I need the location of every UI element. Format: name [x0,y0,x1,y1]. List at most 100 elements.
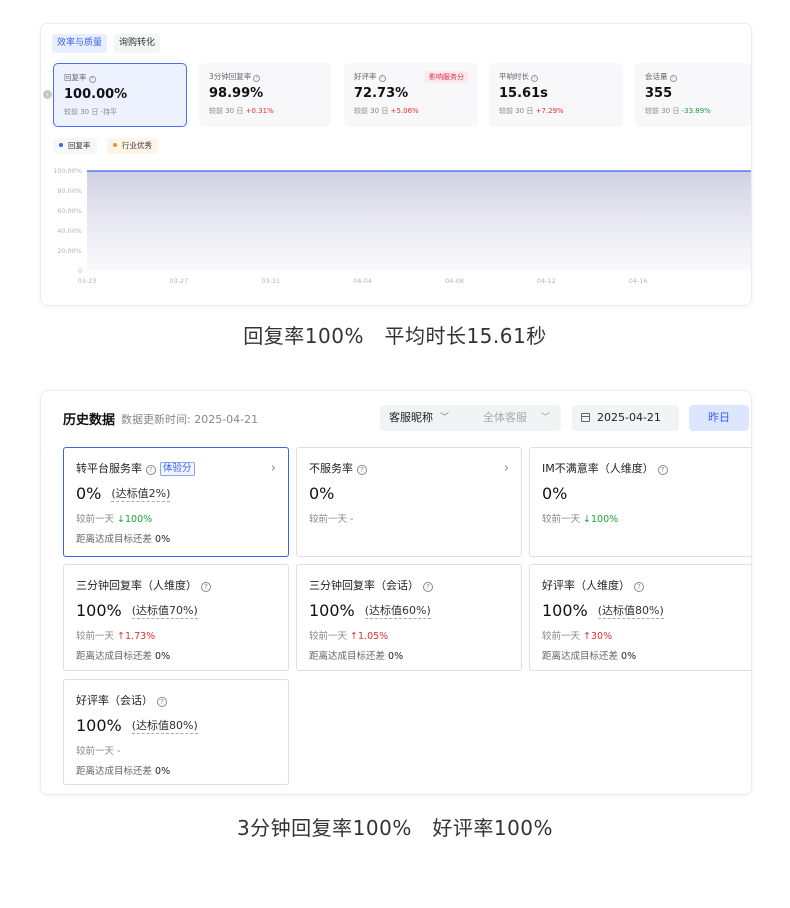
help-icon[interactable]: ? [531,75,538,82]
kpi-gap-label: 距离达成目标还差 [76,766,153,777]
kpi-card-no-service[interactable]: 不服务率? › 0% 较前一天 - [296,447,522,557]
kpi-gap-value: 0% [155,651,171,662]
kpi-gap-value: 0% [388,651,404,662]
kpi-standard: (达标值60%) [364,604,431,619]
kpi-compare-value: ↓100% [117,514,153,525]
kpi-standard: (达标值80%) [131,719,198,734]
help-icon[interactable]: ? [146,465,156,475]
chevron-down-icon: ﹀ [541,413,551,423]
kpi-compare-value: - [117,746,121,757]
date-picker[interactable]: 2025-04-21 [572,405,679,431]
x-tick-label: 03-23 [78,277,97,285]
metric-card-positive-rate[interactable]: 好评率? 影响服务分 72.73% 较前 30 日 +5.06% [344,63,478,127]
legend-dot-icon [59,143,63,147]
update-time: 数据更新时间: 2025-04-21 [121,413,259,426]
kpi-title: 三分钟回复率（人维度） [76,579,197,592]
kpi-gap-label: 距离达成目标还差 [309,651,386,662]
kpi-card-positive-person[interactable]: 好评率（人维度）? 100% (达标值80%) 较前一天 ↑30% 距离达成目标还… [529,564,751,671]
kpi-compare-value: - [350,514,354,525]
metric-card-3min-reply-rate[interactable]: 3分钟回复率? 98.99% 较前 30 日 +0.31% [199,63,331,127]
calendar-icon [581,413,590,422]
metric-card-reply-rate[interactable]: 回复率? 100.00% 较前 30 日 -持平 [53,63,187,127]
help-icon[interactable]: ? [657,465,668,475]
metric-value: 72.73% [354,86,409,101]
yesterday-button[interactable]: 昨日 [689,405,749,431]
y-tick-label: 80.00% [57,187,82,195]
kpi-gap-value: 0% [155,766,171,777]
help-icon[interactable]: ? [423,582,433,592]
history-title: 历史数据 [63,413,116,428]
kpi-gap-label: 距离达成目标还差 [76,651,153,662]
kpi-card-platform-transfer[interactable]: 转平台服务率? 体验分 › 0% (达标值2%) 较前一天 ↓100% 距离达成目标… [63,447,289,557]
chevron-right-icon[interactable]: › [271,461,276,476]
agent-select[interactable]: 客服昵称 ﹀ 全体客服 ﹀ [380,405,561,431]
impact-service-score-badge: 影响服务分 [425,71,468,83]
metric-compare-label: 较前 30 日 [64,108,99,116]
kpi-compare-value: ↑1.73% [117,631,156,642]
metric-compare-label: 较前 30 日 [354,107,389,115]
help-icon[interactable]: ? [88,76,96,83]
legend-label: 行业优秀 [122,141,152,150]
x-tick-label: 04-04 [353,277,372,285]
kpi-title: IM不满意率（人维度） [542,462,654,475]
y-tick-label: 60.00% [57,207,82,215]
metric-label: 3分钟回复率 [209,72,252,81]
y-tick-label: 40.00% [57,227,82,235]
legend-reply-rate[interactable]: 回复率 [53,138,97,154]
kpi-value: 100% [309,601,355,620]
scroll-left-icon[interactable]: ‹ [43,90,52,99]
metric-compare-label: 较前 30 日 [645,107,680,115]
kpi-value: 0% [76,484,102,503]
metric-label: 平响时长 [499,72,529,81]
metric-label: 好评率 [354,72,377,81]
tab-efficiency-quality[interactable]: 效率与质量 [52,34,108,53]
agent-select-value: 全体客服 [483,411,527,424]
legend-industry-excellent[interactable]: 行业优秀 [107,138,158,154]
help-icon[interactable]: ? [201,582,211,592]
legend-dot-icon [113,143,117,147]
kpi-compare-value: ↑30% [583,631,613,642]
kpi-gap-label: 距离达成目标还差 [76,534,153,545]
help-icon[interactable]: ? [669,75,677,82]
kpi-value: 0% [309,484,335,503]
kpi-standard: (达标值70%) [131,604,198,619]
help-icon[interactable]: ? [378,75,386,82]
metric-compare-value: +0.31% [245,107,274,115]
chevron-right-icon[interactable]: › [504,461,509,476]
metric-compare-value: +5.06% [390,107,419,115]
y-tick-label: 100.00% [53,167,82,175]
series-area [87,171,751,271]
metric-compare-value: +7.29% [535,107,564,115]
x-tick-label: 04-08 [445,277,464,285]
help-icon[interactable]: ? [357,465,367,475]
chevron-down-icon: ﹀ [440,413,450,423]
kpi-gap-label: 距离达成目标还差 [542,651,619,662]
kpi-card-im-dissatisfaction[interactable]: IM不满意率（人维度）? 0% 较前一天 ↓100% [529,447,751,557]
kpi-value: 100% [76,716,122,735]
kpi-compare-label: 较前一天 [76,514,115,525]
kpi-card-positive-session[interactable]: 好评率（会话）? 100% (达标值80%) 较前一天 - 距离达成目标还差 0% [63,679,289,785]
kpi-card-3min-reply-person[interactable]: 三分钟回复率（人维度）? 100% (达标值70%) 较前一天 ↑1.73% 距离… [63,564,289,671]
x-tick-label: 03-31 [261,277,280,285]
kpi-value: 0% [542,484,568,503]
metric-card-session-count[interactable]: 会话量? 355 较前 30 日 -33.89% [635,63,751,127]
y-tick-label: 20.00% [57,247,82,255]
kpi-compare-label: 较前一天 [76,746,115,757]
kpi-card-3min-reply-session[interactable]: 三分钟回复率（会话）? 100% (达标值60%) 较前一天 ↑1.05% 距离达… [296,564,522,671]
help-icon[interactable]: ? [634,582,644,592]
legend-label: 回复率 [68,141,91,150]
history-panel: 历史数据 数据更新时间: 2025-04-21 客服昵称 ﹀ 全体客服 ﹀ 20… [40,390,752,795]
kpi-title: 不服务率 [309,462,353,475]
agent-select-label: 客服昵称 [389,411,433,424]
kpi-compare-label: 较前一天 [309,631,348,642]
tab-inquiry-conversion[interactable]: 询购转化 [114,34,161,53]
kpi-compare-label: 较前一天 [542,514,581,525]
help-icon[interactable]: ? [157,697,167,707]
experience-score-badge: 体验分 [160,462,195,476]
kpi-title: 好评率（人维度） [542,579,630,592]
kpi-value: 100% [542,601,588,620]
kpi-title: 转平台服务率 [76,462,142,475]
metric-compare-label: 较前 30 日 [499,107,534,115]
help-icon[interactable]: ? [253,75,261,82]
metric-card-avg-response[interactable]: 平响时长? 15.61s 较前 30 日 +7.29% [489,63,623,127]
